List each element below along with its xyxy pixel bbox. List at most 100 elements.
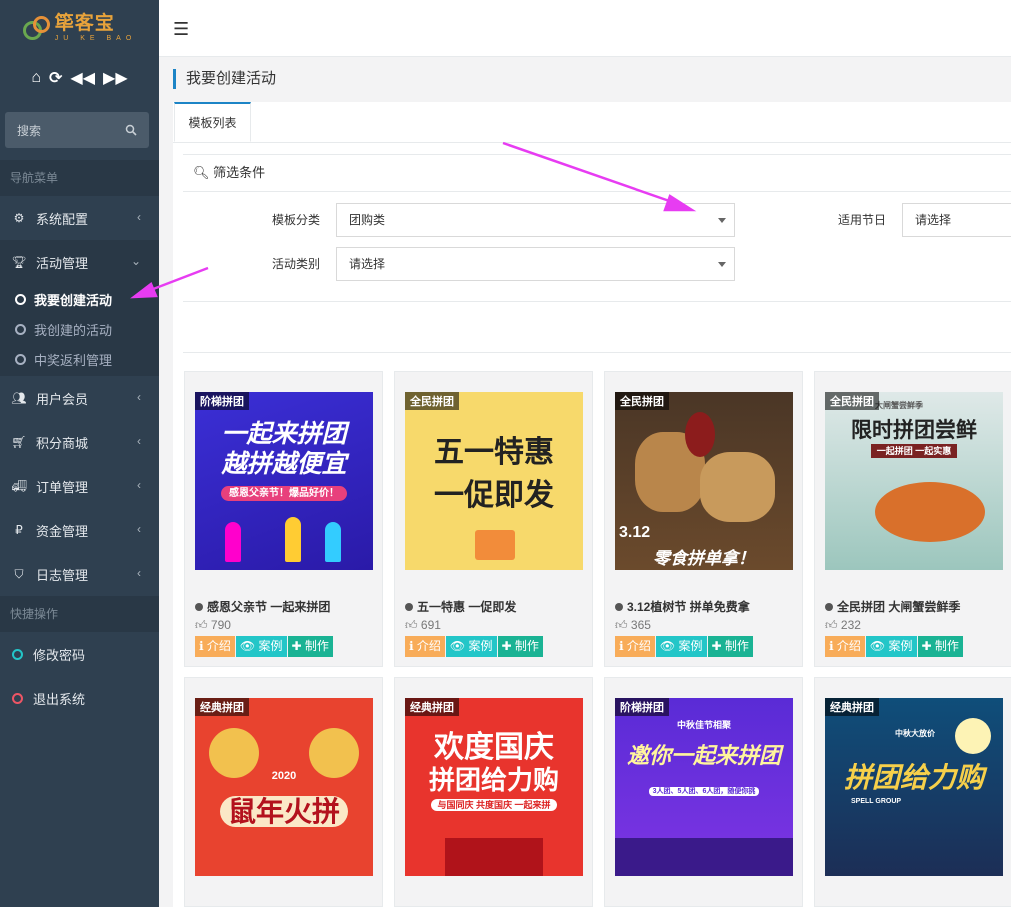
poster-text: 大闸蟹尝鲜季 <box>875 401 923 410</box>
intro-button-label: 介绍 <box>626 639 651 653</box>
info-icon: ℹ <box>829 639 834 653</box>
submenu-rebate[interactable]: 中奖返利管理 <box>0 344 159 374</box>
template-actions: ℹ 介绍 👁︎ 案例 ✚ 制作 <box>825 636 963 657</box>
case-button[interactable]: 👁︎ 案例 <box>655 636 707 657</box>
eye-icon: 👁︎ <box>659 639 676 653</box>
template-badge: 全民拼团 <box>405 392 459 410</box>
poster-text: 限时拼团尝鲜 <box>851 419 977 442</box>
make-button[interactable]: ✚ 制作 <box>497 636 543 657</box>
search-input[interactable]: 搜索 <box>17 122 41 139</box>
poster-text: 邀你一起来拼团 <box>626 743 781 768</box>
submenu-my-activities[interactable]: 我创建的活动 <box>0 314 159 344</box>
menu-item-logs[interactable]: ⛉ 日志管理 ‹ <box>0 552 159 596</box>
menu-item-activity[interactable]: 🏆︎ 活动管理 ⌄ <box>0 240 159 284</box>
menu-item-members[interactable]: 👥︎ 用户会员 ‹ <box>0 376 159 420</box>
template-thumbnail[interactable]: 中秋佳节相聚 邀你一起来拼团 3人团、5人团、6人团，随便你挑 阶梯拼团 <box>615 698 793 876</box>
template-card[interactable]: 中秋大放价 拼团给力购 SPELL GROUP 经典拼团 <box>814 677 1011 907</box>
template-card[interactable]: 欢度国庆 拼团给力购 与国同庆 共度国庆 一起来拼 经典拼团 <box>394 677 593 907</box>
make-button[interactable]: ✚ 制作 <box>287 636 333 657</box>
template-thumbnail[interactable]: 2020 鼠年火拼 经典拼团 <box>195 698 373 876</box>
template-actions: ℹ 介绍 👁︎ 案例 ✚ 制作 <box>405 636 543 657</box>
template-thumbnail[interactable]: 3.12 零食拼单拿！ 全民拼团 <box>615 392 793 570</box>
quick-item-logout[interactable]: 退出系统 <box>0 676 159 720</box>
shield-icon: ⛉ <box>14 566 24 581</box>
menu-item-funds[interactable]: ₽ 资金管理 ‹ <box>0 508 159 552</box>
filter-header: 🔍︎ 筛选条件 <box>183 155 1011 192</box>
backward-icon[interactable]: ◀◀ <box>70 68 95 88</box>
template-actions: ℹ 介绍 👁︎ 案例 ✚ 制作 <box>615 636 753 657</box>
intro-button[interactable]: ℹ 介绍 <box>405 636 445 657</box>
intro-button[interactable]: ℹ 介绍 <box>825 636 865 657</box>
template-title: 五一特惠 一促即发 <box>405 598 516 615</box>
template-card[interactable]: 中秋佳节相聚 邀你一起来拼团 3人团、5人团、6人团，随便你挑 阶梯拼团 <box>604 677 803 907</box>
make-button[interactable]: ✚ 制作 <box>707 636 753 657</box>
info-icon: ℹ <box>409 639 414 653</box>
filter-panel: 🔍︎ 筛选条件 模板分类 团购类 适用节日 请选择 活动类别 请选择 <box>183 154 1011 353</box>
quick-item-label: 退出系统 <box>33 691 86 707</box>
poster-subtext: 鼠年火拼 <box>219 796 348 827</box>
template-thumbnail[interactable]: 五一特惠 一促即发 全民拼团 <box>405 392 583 570</box>
sidebar-search[interactable]: 搜索 <box>5 112 149 148</box>
divider <box>183 352 1011 353</box>
poster-text: 与国同庆 共度国庆 一起来拼 <box>405 798 583 811</box>
forward-icon[interactable]: ▶▶ <box>103 68 128 88</box>
case-button-label: 案例 <box>888 639 913 653</box>
menu-toggle-icon[interactable]: ☰ <box>173 19 189 40</box>
menu-item-points-mall[interactable]: 🛒︎ 积分商城 ‹ <box>0 420 159 464</box>
intro-button-label: 介绍 <box>206 639 231 653</box>
template-badge: 经典拼团 <box>195 698 249 716</box>
template-thumbnail[interactable]: 欢度国庆 拼团给力购 与国同庆 共度国庆 一起来拼 经典拼团 <box>405 698 583 876</box>
menu-item-label: 积分商城 <box>36 435 89 451</box>
template-card[interactable]: 2020 鼠年火拼 经典拼团 <box>184 677 383 907</box>
plus-icon: ✚ <box>291 639 302 653</box>
template-card[interactable]: 五一特惠 一促即发 全民拼团 五一特惠 一促即发 👍︎ 691 ℹ 介绍 👁︎ … <box>394 371 593 667</box>
tab-template-list[interactable]: 模板列表 <box>174 102 251 142</box>
holiday-select[interactable]: 请选择 <box>902 203 1011 237</box>
template-thumbnail[interactable]: 一起来拼团 越拼越便宜 感恩父亲节！爆品好价！ 阶梯拼团 <box>195 392 373 570</box>
ruble-icon: ₽ <box>15 523 23 537</box>
template-thumbnail[interactable]: 中秋大放价 拼团给力购 SPELL GROUP 经典拼团 <box>825 698 1003 876</box>
quick-item-change-password[interactable]: 修改密码 <box>0 632 159 676</box>
menu-item-label: 活动管理 <box>36 255 89 271</box>
template-card[interactable]: 大闸蟹尝鲜季 限时拼团尝鲜 一起拼团 一起实惠 全民拼团 全民拼团 大闸蟹尝鲜季… <box>814 371 1011 667</box>
case-button[interactable]: 👁︎ 案例 <box>235 636 287 657</box>
home-icon[interactable]: ⌂ <box>31 69 41 87</box>
poster-text: 鼠年火拼 <box>195 790 373 830</box>
poster-text: 中秋大放价 <box>895 729 935 738</box>
chevron-down-icon: ⌄ <box>130 254 141 268</box>
menu-item-system-config[interactable]: ⚙ 系统配置 ‹ <box>0 196 159 240</box>
plus-icon: ✚ <box>711 639 722 653</box>
template-thumbnail[interactable]: 大闸蟹尝鲜季 限时拼团尝鲜 一起拼团 一起实惠 全民拼团 <box>825 392 1003 570</box>
logo-icon <box>22 15 50 41</box>
thumbs-up-icon: 👍︎ <box>405 618 418 632</box>
thumbs-up-icon: 👍︎ <box>195 618 208 632</box>
chevron-left-icon: ‹ <box>137 210 141 224</box>
menu-item-orders[interactable]: 🚚︎ 订单管理 ‹ <box>0 464 159 508</box>
select-value: 团购类 <box>349 213 386 227</box>
template-likes: 👍︎ 790 <box>195 618 231 633</box>
search-icon[interactable] <box>125 124 137 136</box>
logo[interactable]: 筚客宝 JU KE BAO <box>0 0 159 56</box>
poster-text: 一起拼团 一起实惠 <box>825 444 1003 458</box>
intro-button[interactable]: ℹ 介绍 <box>615 636 655 657</box>
template-title-text: 全民拼团 大闸蟹尝鲜季 <box>837 600 961 614</box>
case-button[interactable]: 👁︎ 案例 <box>445 636 497 657</box>
make-button[interactable]: ✚ 制作 <box>917 636 963 657</box>
nav-section-header: 导航菜单 <box>0 160 159 196</box>
template-card[interactable]: 一起来拼团 越拼越便宜 感恩父亲节！爆品好价！ 阶梯拼团 感恩父亲节 一起来拼团… <box>184 371 383 667</box>
top-bar: ☰ <box>159 5 1011 57</box>
template-badge: 全民拼团 <box>615 392 669 410</box>
quick-item-label: 修改密码 <box>33 647 86 663</box>
template-card[interactable]: 3.12 零食拼单拿！ 全民拼团 3.12植树节 拼单免费拿 👍︎ 365 ℹ … <box>604 371 803 667</box>
logo-title: 筚客宝 <box>54 12 115 34</box>
poster-subtext: 一起拼团 一起实惠 <box>870 444 958 458</box>
activity-type-select[interactable]: 请选择 <box>336 247 735 281</box>
divider <box>183 301 1011 302</box>
intro-button[interactable]: ℹ 介绍 <box>195 636 235 657</box>
submenu-create-activity[interactable]: 我要创建活动 <box>0 284 159 314</box>
page-title: 我要创建活动 <box>173 69 276 89</box>
template-category-select[interactable]: 团购类 <box>336 203 735 237</box>
case-button[interactable]: 👁︎ 案例 <box>865 636 917 657</box>
refresh-icon[interactable]: ⟳ <box>49 68 62 88</box>
submenu-label: 中奖返利管理 <box>34 352 113 368</box>
